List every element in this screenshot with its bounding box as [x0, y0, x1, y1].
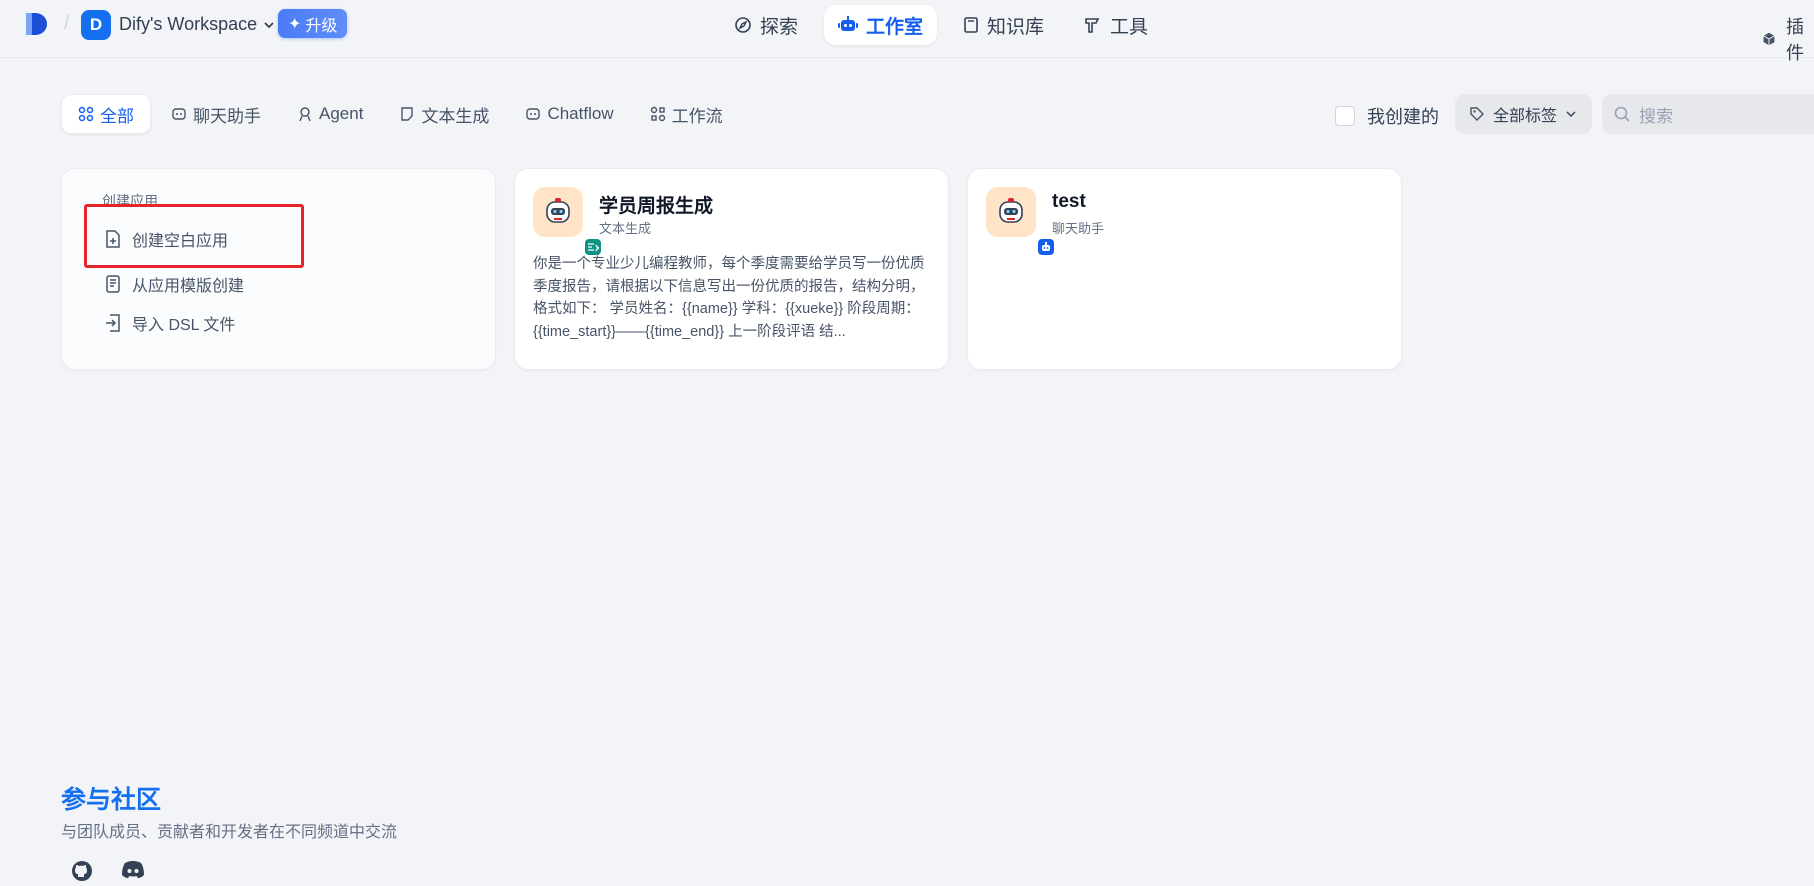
created-by-me-toggle[interactable]: 我创建的 — [1335, 103, 1439, 129]
text-generation-icon — [588, 243, 599, 252]
breadcrumb-separator: / — [64, 12, 70, 34]
app-description: 你是一个专业少儿编程教师，每个季度需要给学员写一份优质季度报告，请根据以下信息写… — [533, 256, 925, 340]
dify-logo[interactable] — [24, 10, 50, 38]
new-file-icon — [106, 230, 120, 248]
chatbot-icon — [1042, 242, 1050, 251]
filter-chatflow[interactable]: Chatflow — [509, 94, 629, 134]
chat-icon — [172, 108, 186, 120]
main-nav: 探索 工作室 知识库 工具 — [720, 5, 1162, 45]
filter-chat[interactable]: 聊天助手 — [155, 94, 277, 134]
nav-studio-label: 工作室 — [866, 16, 924, 38]
cube-icon — [1763, 32, 1775, 46]
app-name: 学员周报生成 — [599, 196, 714, 217]
nav-tools[interactable]: 工具 — [1070, 5, 1162, 45]
search-placeholder: 搜索 — [1639, 106, 1673, 126]
community-links — [70, 859, 146, 883]
filter-completion[interactable]: 文本生成 — [383, 94, 505, 134]
create-blank-app-button[interactable]: 创建空白应用 — [104, 227, 228, 251]
tag-icon — [1470, 107, 1484, 121]
create-app-heading: 创建应用 — [102, 193, 158, 209]
app-card[interactable]: 学员周报生成 文本生成 你是一个专业少儿编程教师，每个季度需要给学员写一份优质季… — [514, 168, 949, 370]
app-card[interactable]: test 聊天助手 — [967, 168, 1402, 370]
grid-icon — [78, 106, 94, 122]
nav-studio[interactable]: 工作室 — [824, 5, 938, 45]
create-blank-app-label: 创建空白应用 — [132, 233, 229, 250]
chat-type-badge — [1036, 237, 1056, 257]
top-navigation-bar: / D Dify's Workspace ✦ 升级 探索 工作室 知识库 工具 … — [0, 0, 1814, 63]
hammer-icon — [1085, 18, 1100, 33]
app-type-label: 聊天助手 — [1052, 221, 1105, 236]
filter-chatflow-label: Chatflow — [547, 104, 614, 123]
workflow-icon — [650, 106, 665, 122]
nav-knowledge-label: 知识库 — [987, 16, 1045, 38]
app-type-label: 文本生成 — [599, 221, 652, 236]
workspace-name: Dify's Workspace — [119, 14, 258, 34]
discord-icon[interactable] — [120, 859, 146, 881]
filter-completion-label: 文本生成 — [421, 106, 490, 126]
filter-workflow-label: 工作流 — [671, 106, 723, 126]
nav-tools-label: 工具 — [1110, 16, 1149, 38]
nav-plugins[interactable]: 插件 — [1762, 13, 1814, 65]
book-icon — [964, 17, 978, 33]
filter-all-label: 全部 — [100, 106, 134, 126]
import-dsl-button[interactable]: 导入 DSL 文件 — [104, 311, 235, 335]
sparkle-icon: ✦ — [288, 15, 302, 33]
robot-icon — [838, 16, 859, 31]
document-icon — [401, 107, 414, 121]
filter-all[interactable]: 全部 — [61, 94, 151, 134]
community-subtitle: 与团队成员、贡献者和开发者在不同频道中交流 — [61, 824, 398, 841]
app-type-filter: 全部 聊天助手 Agent 文本生成 Chatflow 工作流 — [61, 94, 739, 134]
template-icon — [106, 275, 120, 293]
import-icon — [106, 314, 120, 332]
chatflow-icon — [526, 108, 541, 120]
workspace-switcher[interactable]: Dify's Workspace — [119, 14, 275, 35]
filter-agent[interactable]: Agent — [281, 94, 379, 134]
robot-avatar-icon — [999, 198, 1023, 223]
app-name: test — [1052, 191, 1086, 212]
community-title: 参与社区 — [61, 786, 162, 814]
robot-avatar-icon — [546, 198, 570, 223]
search-icon — [1614, 106, 1630, 122]
upgrade-label: 升级 — [305, 17, 338, 35]
filter-workflow[interactable]: 工作流 — [634, 94, 739, 134]
workspace-avatar[interactable]: D — [81, 10, 111, 40]
upgrade-button[interactable]: ✦ 升级 — [278, 9, 348, 38]
app-avatar — [986, 187, 1056, 257]
filter-chat-label: 聊天助手 — [193, 106, 261, 126]
filter-agent-label: Agent — [319, 104, 364, 123]
chevron-down-icon — [264, 21, 274, 28]
create-from-template-button[interactable]: 从应用模版创建 — [104, 272, 244, 296]
create-app-card: 创建应用 创建空白应用 从应用模版创建 导入 DSL 文件 — [61, 168, 496, 370]
import-dsl-label: 导入 DSL 文件 — [132, 317, 236, 334]
tag-filter-select[interactable]: 全部标签 — [1455, 94, 1592, 134]
search-input[interactable]: 搜索 — [1602, 94, 1814, 134]
agent-icon — [299, 107, 311, 122]
nav-plugins-label: 插件 — [1786, 17, 1804, 63]
app-avatar — [533, 187, 603, 257]
chevron-down-icon — [1566, 111, 1576, 118]
github-icon[interactable] — [70, 859, 94, 883]
nav-explore[interactable]: 探索 — [720, 5, 812, 45]
created-by-me-checkbox[interactable] — [1335, 106, 1355, 126]
nav-explore-label: 探索 — [760, 16, 799, 38]
compass-icon — [735, 17, 751, 33]
create-from-template-label: 从应用模版创建 — [132, 278, 245, 295]
nav-knowledge[interactable]: 知识库 — [949, 5, 1058, 45]
tag-filter-label: 全部标签 — [1493, 108, 1558, 125]
created-by-me-label: 我创建的 — [1367, 107, 1439, 127]
